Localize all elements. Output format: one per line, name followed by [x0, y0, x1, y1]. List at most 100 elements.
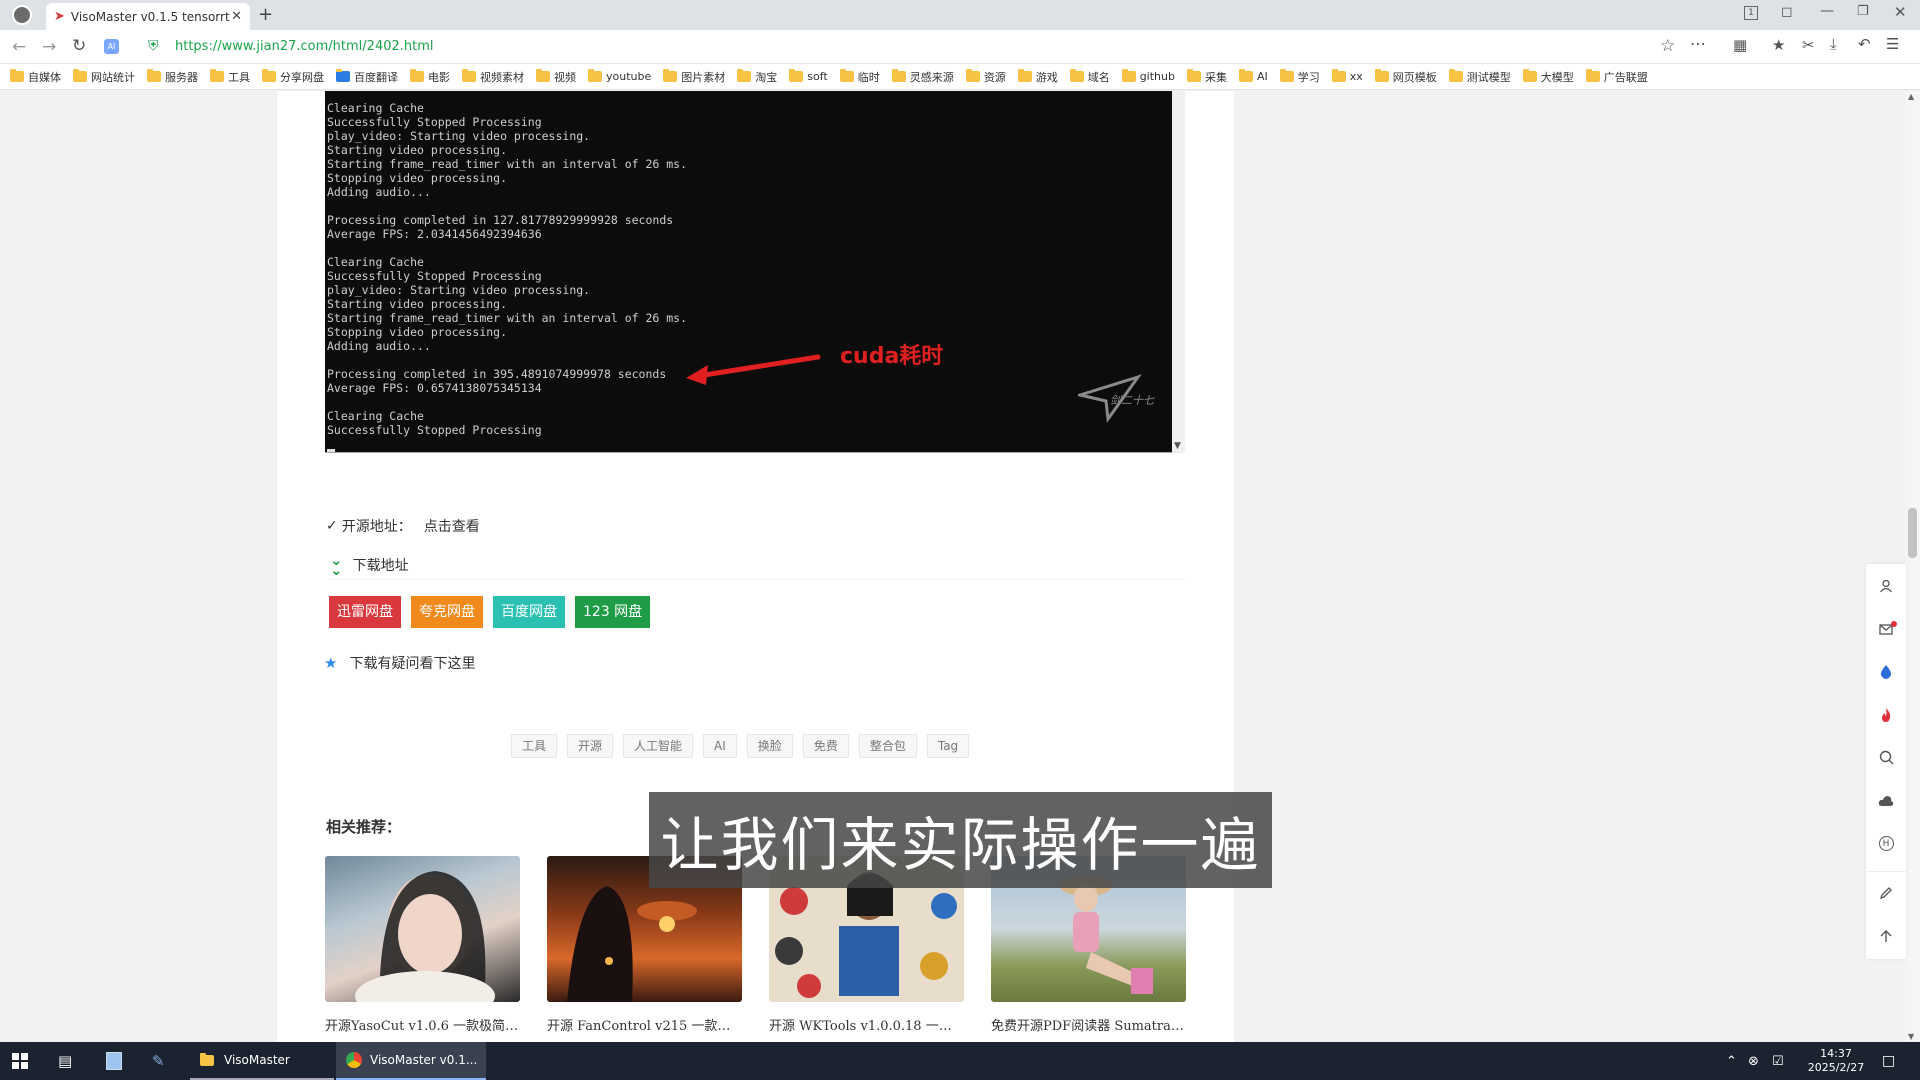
bookmark-item[interactable]: 自媒体: [10, 69, 61, 85]
bookmark-item[interactable]: soft: [789, 69, 828, 83]
scrollbar-thumb[interactable]: [1908, 508, 1917, 558]
address-bar[interactable]: https://www.jian27.com/html/2402.html: [175, 39, 434, 54]
download-icon[interactable]: ⤓: [1830, 35, 1837, 53]
message-icon[interactable]: [1866, 607, 1906, 650]
pen-app-icon[interactable]: ✎: [152, 1042, 165, 1080]
bookmark-item[interactable]: 百度翻译: [336, 69, 398, 85]
profile-avatar[interactable]: [12, 5, 32, 25]
download-button[interactable]: 123 网盘: [575, 596, 651, 628]
related-caption[interactable]: 开源 FanControl v215 一款非常好用的风扇控制软件: [547, 1015, 742, 1034]
theme-icon[interactable]: [1866, 650, 1906, 693]
bookmark-item[interactable]: 域名: [1069, 69, 1110, 85]
tag-item[interactable]: 换脸: [746, 734, 793, 758]
tools-icon[interactable]: ✂: [1802, 36, 1815, 54]
search-icon[interactable]: [1866, 736, 1906, 779]
related-thumbnail[interactable]: [325, 856, 520, 1002]
apps-icon[interactable]: ▦: [1733, 36, 1747, 54]
folder-icon: [1017, 69, 1032, 82]
hot-icon[interactable]: [1866, 693, 1906, 736]
tag-item[interactable]: 人工智能: [623, 734, 694, 758]
bookmark-item[interactable]: 网站统计: [73, 69, 135, 85]
secure-shield-icon: ⛨: [148, 38, 159, 54]
ai-icon[interactable]: AI: [104, 39, 119, 54]
close-tab-icon[interactable]: ✕: [231, 9, 242, 24]
related-caption[interactable]: 免费开源PDF阅读器 SumatraPDF: [991, 1015, 1186, 1034]
download-heading: 下载地址: [352, 557, 409, 574]
bookmark-item[interactable]: youtube: [588, 69, 651, 83]
bookmark-item[interactable]: 资源: [965, 69, 1006, 85]
more-icon[interactable]: ⋯: [1690, 34, 1706, 53]
download-button[interactable]: 迅雷网盘: [329, 596, 401, 628]
double-chevron-down-icon: ⌄ ⌄: [330, 550, 343, 579]
bookmark-item[interactable]: 网页模板: [1374, 69, 1437, 85]
h-icon[interactable]: H: [1866, 822, 1906, 865]
related-caption[interactable]: 开源YasoCut v1.0.6 一款极简截图工具: [325, 1015, 520, 1034]
back-icon[interactable]: ←: [12, 37, 26, 57]
download-button[interactable]: 夸克网盘: [411, 596, 483, 628]
download-button[interactable]: 百度网盘: [493, 596, 565, 628]
bookmark-item[interactable]: 视频素材: [462, 69, 524, 85]
console-line: Starting video processing.: [327, 297, 508, 311]
shirt-icon[interactable]: ◻: [1781, 4, 1793, 20]
bookmark-item[interactable]: 采集: [1186, 69, 1227, 85]
cloud-download-icon[interactable]: [1866, 779, 1906, 822]
start-icon[interactable]: [12, 1042, 28, 1080]
help-link[interactable]: 下载有疑问看下这里: [349, 653, 475, 673]
close-window-icon[interactable]: ✕: [1894, 3, 1907, 21]
task-view-icon[interactable]: ▤: [58, 1042, 72, 1080]
bookmark-item[interactable]: 测试模型: [1448, 69, 1511, 85]
bookmark-item[interactable]: 视频: [536, 69, 576, 85]
scroll-up-icon[interactable]: ▲: [1908, 92, 1914, 101]
tag-item[interactable]: 工具: [511, 734, 558, 758]
bookmark-item[interactable]: 灵感来源: [891, 69, 954, 85]
source-link[interactable]: 点击查看: [424, 516, 480, 536]
tab-counter-icon[interactable]: 1: [1744, 6, 1758, 20]
undo-icon[interactable]: ↶: [1858, 35, 1871, 53]
related-card[interactable]: 开源YasoCut v1.0.6 一款极简截图工具: [325, 856, 520, 1034]
tag-item[interactable]: AI: [703, 734, 737, 758]
page-scrollbar[interactable]: ▲ ▼: [1905, 91, 1920, 1042]
bookmark-item[interactable]: 临时: [839, 69, 880, 85]
taskbar-app-explorer[interactable]: VisoMaster: [190, 1042, 334, 1080]
tag-item[interactable]: 免费: [802, 734, 849, 758]
bookmark-item[interactable]: 服务器: [147, 69, 198, 85]
new-tab-icon[interactable]: +: [258, 4, 273, 25]
menu-icon[interactable]: ☰: [1886, 35, 1899, 53]
tray-check-icon[interactable]: ☑: [1772, 1042, 1784, 1080]
scroll-down-icon[interactable]: ▼: [1908, 1032, 1914, 1041]
bookmark-item[interactable]: 游戏: [1017, 69, 1058, 85]
bookmark-item[interactable]: 学习: [1279, 69, 1320, 85]
bookmark-item[interactable]: xx: [1331, 69, 1363, 83]
reload-icon[interactable]: ↻: [72, 36, 86, 56]
download-heading-row: ⌄ ⌄ 下载地址: [330, 550, 1185, 580]
browser-tab[interactable]: ➤ VisoMaster v0.1.5 tensorrt ✕: [46, 3, 250, 30]
tray-close-icon[interactable]: ⊗: [1748, 1042, 1759, 1080]
related-caption[interactable]: 开源 WKTools v1.0.0.18 一款工具: [769, 1015, 964, 1034]
bookmark-star-icon[interactable]: ☆: [1660, 36, 1675, 56]
bookmark-item[interactable]: AI: [1238, 69, 1268, 83]
bookmark-item[interactable]: 广告联盟: [1585, 69, 1648, 85]
back-to-top-icon[interactable]: [1866, 914, 1906, 957]
bookmark-item[interactable]: 工具: [210, 69, 250, 85]
notification-icon[interactable]: □: [1882, 1042, 1895, 1080]
favorites-icon[interactable]: ★: [1772, 36, 1785, 54]
edit-icon[interactable]: [1866, 871, 1906, 914]
tag-item[interactable]: 整合包: [858, 734, 917, 758]
minimize-icon[interactable]: —: [1820, 3, 1834, 19]
tray-clock[interactable]: 14:37 2025/2/27: [1806, 1042, 1866, 1080]
bookmark-item[interactable]: 分享网盘: [262, 69, 324, 85]
taskbar-app-browser[interactable]: VisoMaster v0.1...: [336, 1042, 486, 1080]
restore-icon[interactable]: ❐: [1857, 4, 1869, 19]
tray-chevron-icon[interactable]: ⌃: [1726, 1042, 1737, 1080]
user-icon[interactable]: [1866, 564, 1906, 607]
bookmark-item[interactable]: 淘宝: [737, 69, 777, 85]
bookmark-item[interactable]: github: [1121, 69, 1175, 83]
bookmark-item[interactable]: 图片素材: [663, 69, 725, 85]
bookmark-item[interactable]: 大模型: [1522, 69, 1574, 85]
console-line: Stopping video processing.: [327, 325, 508, 339]
notepad-icon[interactable]: [106, 1042, 122, 1080]
tag-item[interactable]: 开源: [567, 734, 614, 758]
forward-icon[interactable]: →: [42, 37, 56, 57]
tag-item[interactable]: Tag: [926, 734, 970, 758]
bookmark-item[interactable]: 电影: [410, 69, 450, 85]
